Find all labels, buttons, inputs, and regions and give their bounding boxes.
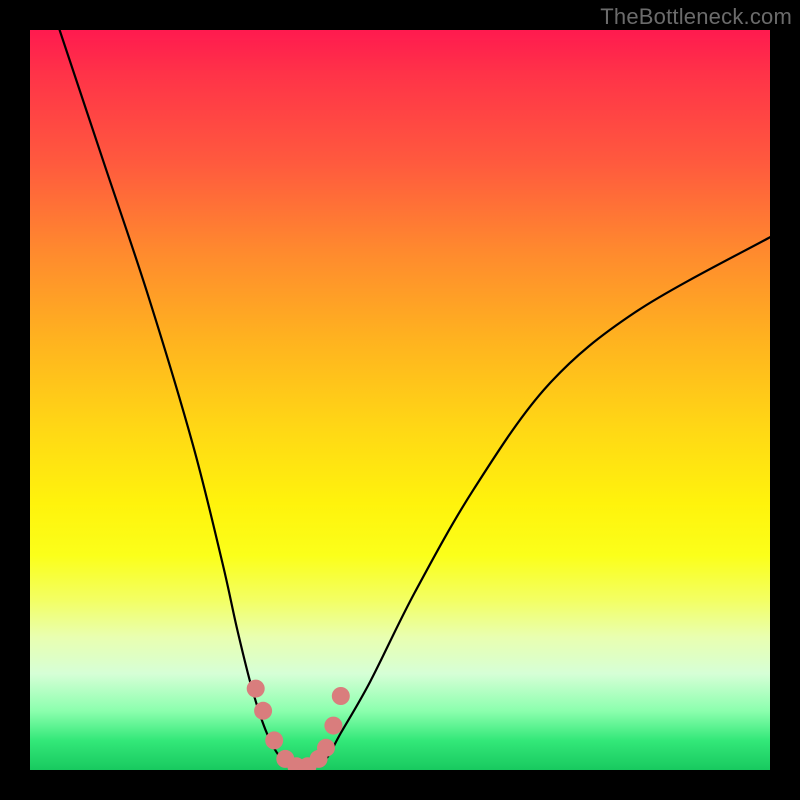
highlight-dot [265, 731, 283, 749]
highlight-dot [317, 739, 335, 757]
highlight-dot [247, 680, 265, 698]
watermark-text: TheBottleneck.com [600, 4, 792, 30]
bottleneck-curve [60, 30, 770, 767]
plot-area [30, 30, 770, 770]
curve-layer [30, 30, 770, 770]
highlight-dot [324, 717, 342, 735]
highlight-dot [332, 687, 350, 705]
highlight-dot [254, 702, 272, 720]
chart-frame: TheBottleneck.com [0, 0, 800, 800]
